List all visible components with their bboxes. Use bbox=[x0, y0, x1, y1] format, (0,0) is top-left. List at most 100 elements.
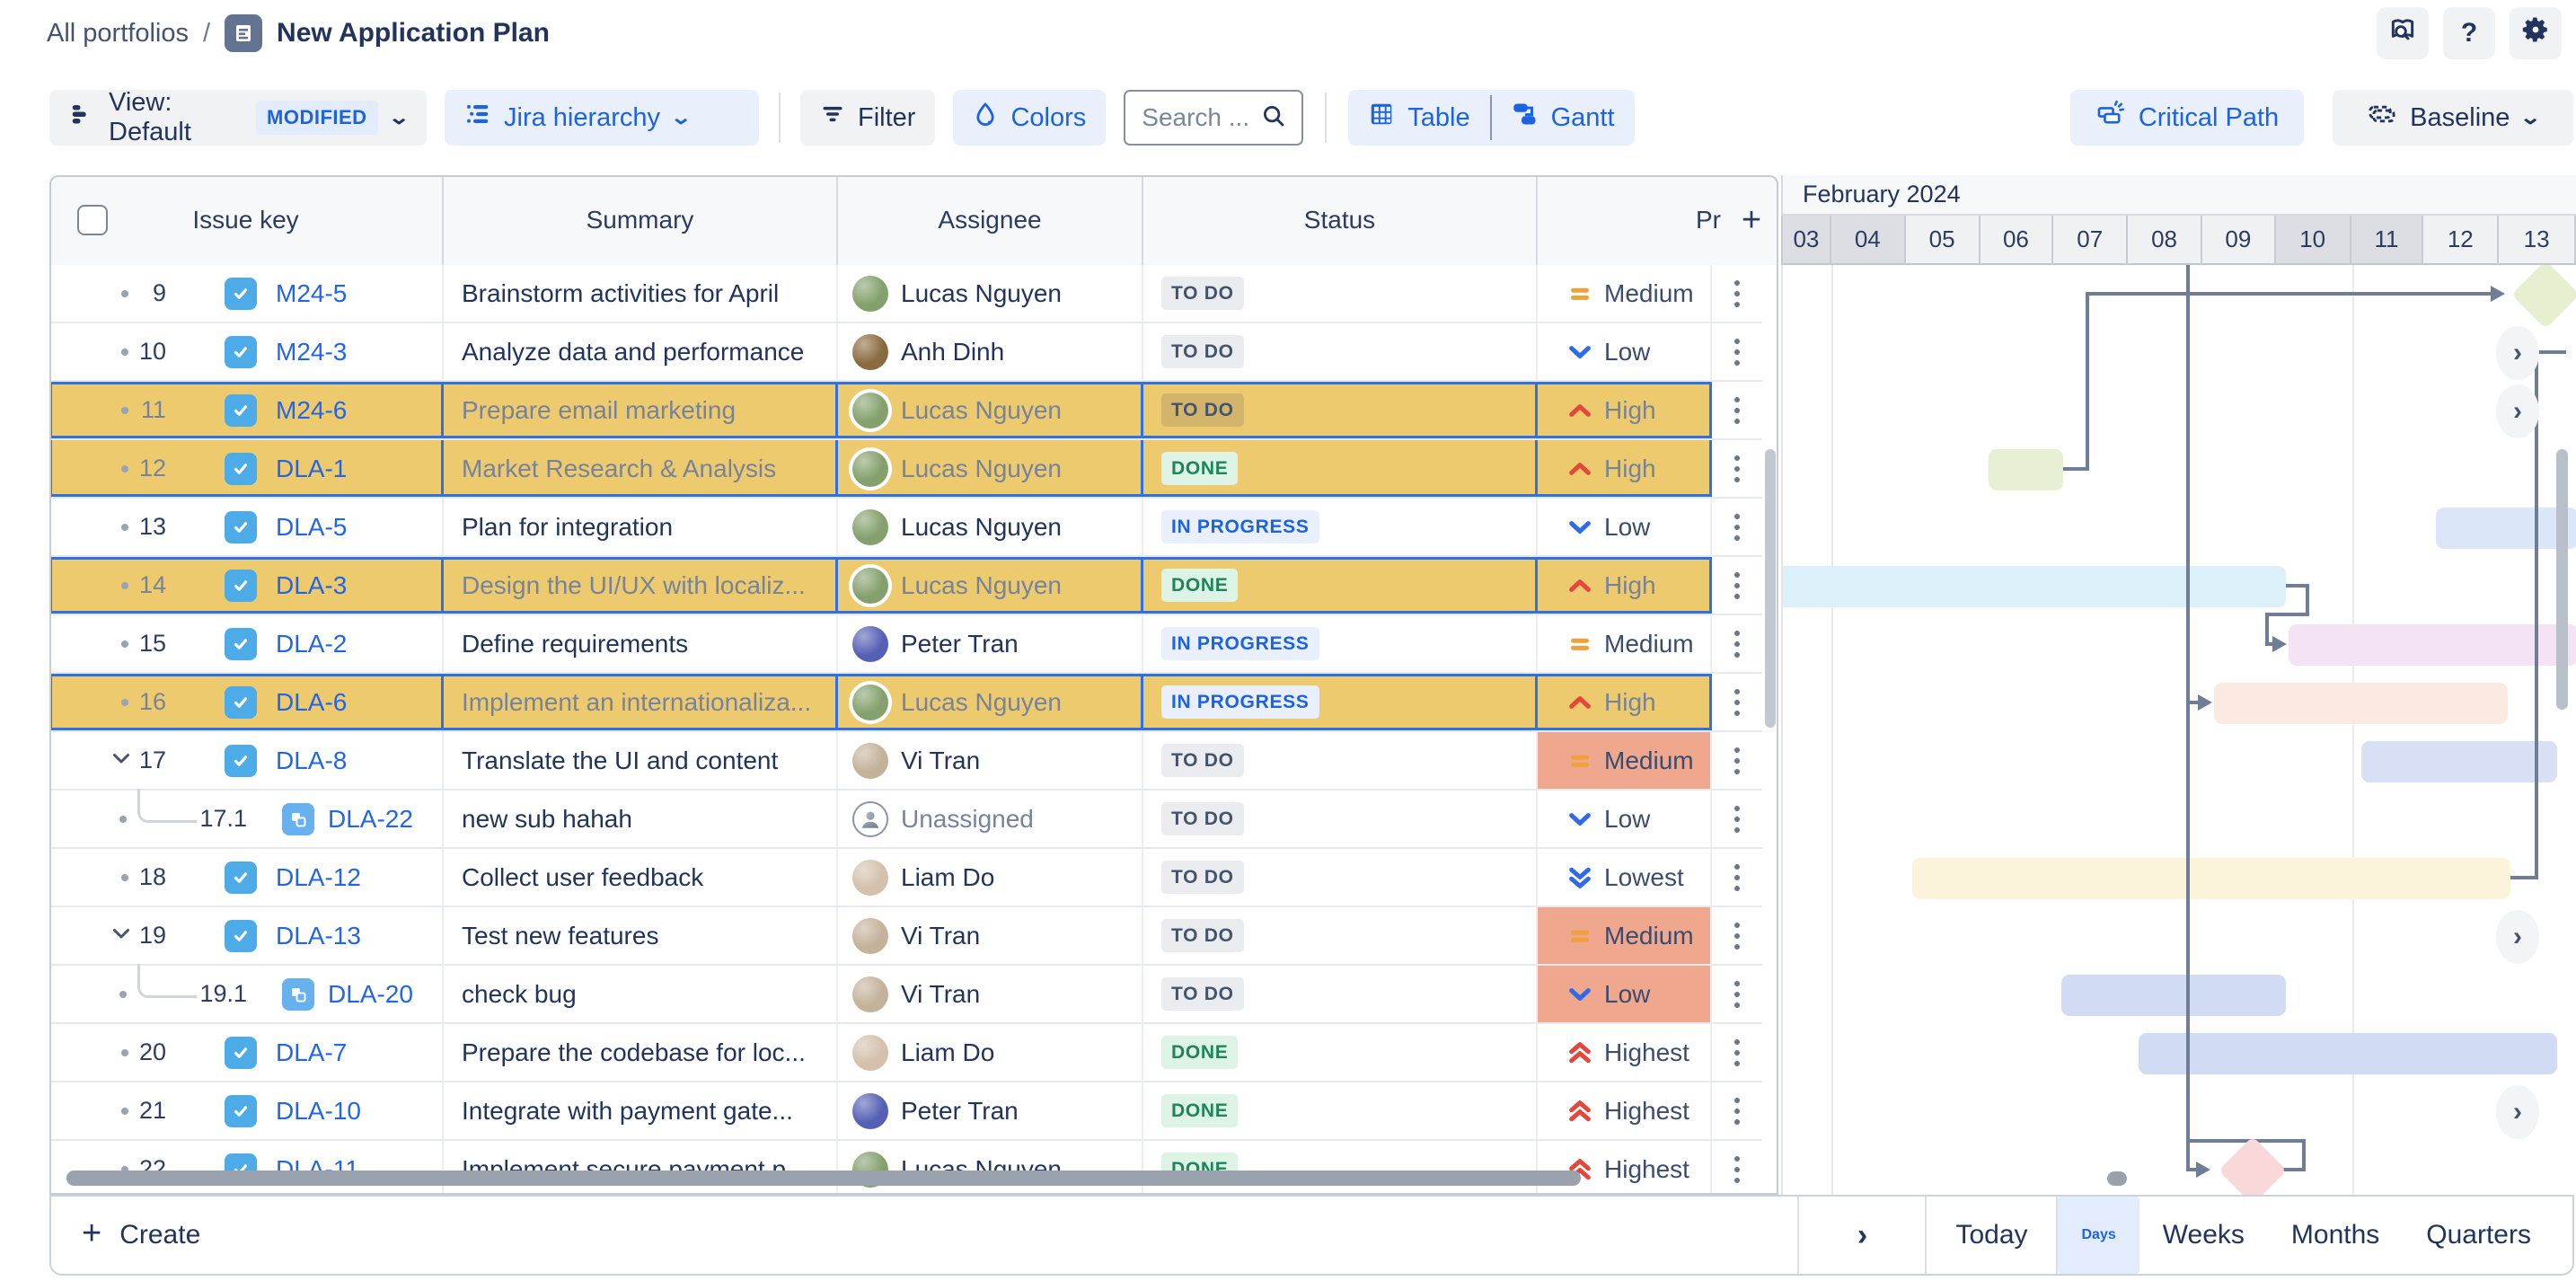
gantt-bar-row-12[interactable] bbox=[1989, 449, 2063, 490]
status-cell[interactable]: IN PROGRESS bbox=[1143, 674, 1538, 730]
summary-cell[interactable]: check bug bbox=[444, 966, 838, 1022]
assignee-cell[interactable]: Unassigned bbox=[838, 791, 1143, 847]
issue-row-DLA-2[interactable]: 15 DLA-2 Define requirements Peter Tran … bbox=[49, 615, 1762, 674]
settings-button[interactable] bbox=[2510, 7, 2562, 59]
row-menu-cell[interactable] bbox=[1712, 732, 1762, 789]
colors-button[interactable]: Colors bbox=[953, 90, 1106, 146]
more-options-icon[interactable] bbox=[1734, 514, 1740, 541]
assignee-cell[interactable]: Vi Tran bbox=[838, 966, 1143, 1022]
issue-row-DLA-8[interactable]: 17 DLA-8 Translate the UI and content Vi… bbox=[49, 732, 1762, 791]
zoom-level-weeks[interactable]: Weeks bbox=[2139, 1220, 2268, 1250]
priority-cell[interactable]: Low bbox=[1538, 791, 1712, 847]
assignee-cell[interactable]: Liam Do bbox=[838, 1024, 1143, 1081]
priority-cell[interactable]: High bbox=[1538, 440, 1712, 497]
more-options-icon[interactable] bbox=[1734, 1098, 1740, 1125]
row-menu-cell[interactable] bbox=[1712, 1141, 1762, 1195]
summary-cell[interactable]: Test new features bbox=[444, 907, 838, 964]
critical-path-button[interactable]: Critical Path bbox=[2070, 90, 2304, 146]
row-menu-cell[interactable] bbox=[1712, 1082, 1762, 1139]
priority-cell[interactable]: Highest bbox=[1538, 1082, 1712, 1139]
assignee-cell[interactable]: Lucas Nguyen bbox=[838, 440, 1143, 497]
more-options-icon[interactable] bbox=[1734, 631, 1740, 658]
assignee-cell[interactable]: Lucas Nguyen bbox=[838, 1141, 1143, 1195]
assignee-cell[interactable]: Vi Tran bbox=[838, 907, 1143, 964]
issue-row-DLA-12[interactable]: 18 DLA-12 Collect user feedback Liam Do … bbox=[49, 849, 1762, 907]
more-options-icon[interactable] bbox=[1734, 1156, 1740, 1183]
priority-cell[interactable]: Highest bbox=[1538, 1141, 1712, 1195]
row-menu-cell[interactable] bbox=[1712, 907, 1762, 964]
issue-key-link[interactable]: DLA-22 bbox=[328, 805, 413, 834]
issue-row-DLA-7[interactable]: 20 DLA-7 Prepare the codebase for loc...… bbox=[49, 1024, 1762, 1082]
more-options-icon[interactable] bbox=[1734, 923, 1740, 950]
summary-cell[interactable]: Prepare the codebase for loc... bbox=[444, 1024, 838, 1081]
priority-cell[interactable]: Medium bbox=[1538, 265, 1712, 322]
column-header-summary[interactable]: Summary bbox=[444, 175, 838, 265]
row-menu-cell[interactable] bbox=[1712, 557, 1762, 614]
issue-key-link[interactable]: DLA-13 bbox=[276, 922, 361, 950]
status-cell[interactable]: TO DO bbox=[1143, 907, 1538, 964]
issue-row-DLA-20[interactable]: 19.1 DLA-20 check bug Vi Tran TO DO Low bbox=[49, 966, 1762, 1024]
summary-cell[interactable]: Collect user feedback bbox=[444, 849, 838, 906]
assignee-cell[interactable]: Peter Tran bbox=[838, 615, 1143, 672]
select-all-checkbox[interactable] bbox=[77, 205, 108, 235]
assignee-cell[interactable]: Lucas Nguyen bbox=[838, 499, 1143, 555]
issue-row-DLA-6[interactable]: 16 DLA-6 Implement an internationaliza..… bbox=[49, 674, 1762, 732]
gantt-view-button[interactable]: Gantt bbox=[1492, 90, 1635, 146]
row-menu-cell[interactable] bbox=[1712, 966, 1762, 1022]
assignee-cell[interactable]: Lucas Nguyen bbox=[838, 674, 1143, 730]
summary-cell[interactable]: Implement secure payment p... bbox=[444, 1141, 838, 1195]
row-menu-cell[interactable] bbox=[1712, 615, 1762, 672]
priority-cell[interactable]: High bbox=[1538, 674, 1712, 730]
assignee-cell[interactable]: Lucas Nguyen bbox=[838, 265, 1143, 322]
issue-row-DLA-22[interactable]: 17.1 DLA-22 new sub hahah Unassigned TO … bbox=[49, 791, 1762, 849]
view-selector-button[interactable]: View: Default MODIFIED ⌄ bbox=[49, 90, 427, 146]
assignee-cell[interactable]: Anh Dinh bbox=[838, 323, 1143, 380]
more-options-icon[interactable] bbox=[1734, 689, 1740, 716]
row-menu-cell[interactable] bbox=[1712, 499, 1762, 555]
table-view-button[interactable]: Table bbox=[1348, 90, 1489, 146]
issue-row-M24-3[interactable]: 10 M24-3 Analyze data and performance An… bbox=[49, 323, 1762, 382]
today-button[interactable]: Today bbox=[1927, 1197, 2056, 1274]
more-options-icon[interactable] bbox=[1734, 864, 1740, 891]
more-options-icon[interactable] bbox=[1734, 280, 1740, 307]
status-cell[interactable]: TO DO bbox=[1143, 382, 1538, 438]
create-button[interactable]: + Create bbox=[51, 1220, 1797, 1250]
table-vertical-scrollbar[interactable] bbox=[1762, 265, 1778, 1195]
more-options-icon[interactable] bbox=[1734, 806, 1740, 833]
priority-cell[interactable]: Low bbox=[1538, 499, 1712, 555]
summary-cell[interactable]: Plan for integration bbox=[444, 499, 838, 555]
row-menu-cell[interactable] bbox=[1712, 791, 1762, 847]
breadcrumb-all-portfolios[interactable]: All portfolios bbox=[47, 19, 189, 49]
more-options-icon[interactable] bbox=[1734, 1039, 1740, 1066]
issue-key-link[interactable]: M24-5 bbox=[276, 279, 347, 308]
status-cell[interactable]: DONE bbox=[1143, 440, 1538, 497]
issue-row-DLA-5[interactable]: 13 DLA-5 Plan for integration Lucas Nguy… bbox=[49, 499, 1762, 557]
priority-cell[interactable]: Low bbox=[1538, 966, 1712, 1022]
row-menu-cell[interactable] bbox=[1712, 382, 1762, 438]
jump-to-bar-button-row-11[interactable]: › bbox=[2496, 384, 2539, 438]
status-cell[interactable]: TO DO bbox=[1143, 966, 1538, 1022]
issue-key-link[interactable]: DLA-6 bbox=[276, 688, 347, 717]
gantt-bar-row-20[interactable] bbox=[2139, 1033, 2557, 1074]
priority-cell[interactable]: Highest bbox=[1538, 1024, 1712, 1081]
column-header-issue-key[interactable]: Issue key bbox=[49, 175, 444, 265]
issue-key-link[interactable]: DLA-5 bbox=[276, 513, 347, 542]
more-options-icon[interactable] bbox=[1734, 397, 1740, 424]
priority-cell[interactable]: Low bbox=[1538, 323, 1712, 380]
assignee-cell[interactable]: Liam Do bbox=[838, 849, 1143, 906]
gantt-horizontal-scrollbar[interactable] bbox=[2107, 1171, 2127, 1186]
status-cell[interactable]: TO DO bbox=[1143, 732, 1538, 789]
summary-cell[interactable]: Design the UI/UX with localiz... bbox=[444, 557, 838, 614]
issue-key-link[interactable]: DLA-10 bbox=[276, 1097, 361, 1126]
hierarchy-selector-button[interactable]: Jira hierarchy ⌄ bbox=[445, 90, 759, 146]
row-menu-cell[interactable] bbox=[1712, 440, 1762, 497]
row-menu-cell[interactable] bbox=[1712, 1024, 1762, 1081]
zoom-level-quarters[interactable]: Quarters bbox=[2403, 1220, 2554, 1250]
assignee-cell[interactable]: Lucas Nguyen bbox=[838, 557, 1143, 614]
more-options-icon[interactable] bbox=[1734, 455, 1740, 482]
assignee-cell[interactable]: Lucas Nguyen bbox=[838, 382, 1143, 438]
filter-button[interactable]: Filter bbox=[800, 90, 935, 146]
summary-cell[interactable]: new sub hahah bbox=[444, 791, 838, 847]
gantt-bar-row-17[interactable] bbox=[2361, 741, 2557, 782]
issue-key-link[interactable]: DLA-2 bbox=[276, 630, 347, 658]
